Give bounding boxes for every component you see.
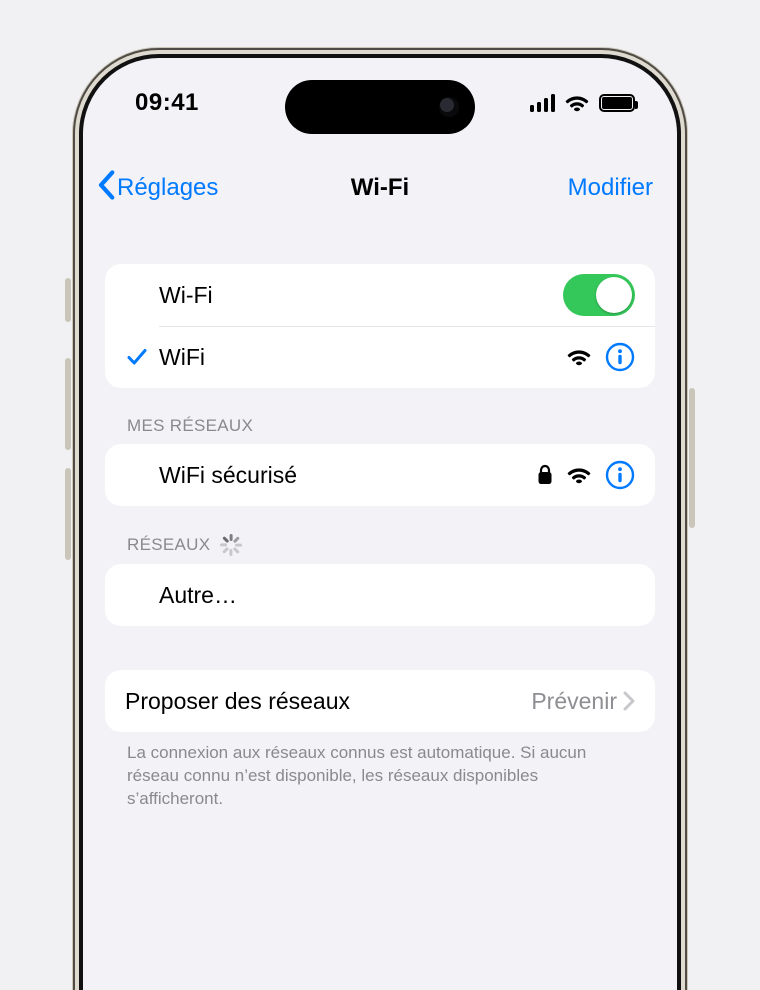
nav-bar: Réglages Wi-Fi Modifier [83, 158, 677, 218]
side-button-volume-up [65, 358, 71, 450]
chevron-left-icon [97, 170, 115, 207]
ask-to-join-group: Proposer des réseaux Prévenir [105, 670, 655, 732]
ask-to-join-value: Prévenir [531, 688, 617, 715]
side-button-power [689, 388, 695, 528]
wifi-toggle-label: Wi-Fi [159, 282, 213, 309]
other-networks-header: RÉSEAUX [127, 534, 655, 556]
ask-to-join-row[interactable]: Proposer des réseaux Prévenir [105, 670, 655, 732]
status-indicators [530, 94, 636, 112]
my-networks-header-text: MES RÉSEAUX [127, 416, 253, 436]
wifi-signal-icon [567, 348, 591, 366]
phone-screen: 09:41 [83, 58, 677, 990]
known-network-name: WiFi sécurisé [159, 462, 297, 489]
cellular-bars-icon [530, 94, 556, 112]
side-button-volume-down [65, 468, 71, 560]
other-network-label: Autre… [159, 582, 237, 609]
known-network-row[interactable]: WiFi sécurisé [105, 444, 655, 506]
connected-network-row[interactable]: WiFi [105, 326, 655, 388]
info-button[interactable] [605, 460, 635, 490]
battery-icon [599, 94, 635, 112]
info-button[interactable] [605, 342, 635, 372]
wifi-status-icon [565, 94, 589, 112]
wifi-signal-icon [567, 466, 591, 484]
settings-content: Wi-Fi WiFi [83, 238, 677, 990]
chevron-right-icon [623, 691, 635, 711]
checkmark-icon [125, 345, 149, 369]
other-networks-group: Autre… [105, 564, 655, 626]
edit-button[interactable]: Modifier [568, 174, 653, 202]
dynamic-island [285, 80, 475, 134]
image-canvas: 09:41 [0, 0, 760, 990]
phone-frame: 09:41 [73, 48, 687, 990]
back-label: Réglages [117, 174, 218, 202]
page-title: Wi-Fi [351, 174, 409, 202]
status-time: 09:41 [135, 89, 199, 117]
lock-icon [537, 464, 553, 486]
wifi-main-group: Wi-Fi WiFi [105, 264, 655, 388]
my-networks-group: WiFi sécurisé [105, 444, 655, 506]
wifi-toggle[interactable] [563, 274, 635, 316]
my-networks-header: MES RÉSEAUX [127, 416, 655, 436]
wifi-toggle-row: Wi-Fi [105, 264, 655, 326]
other-network-row[interactable]: Autre… [105, 564, 655, 626]
ask-to-join-footer: La connexion aux réseaux connus est auto… [127, 742, 633, 811]
back-button[interactable]: Réglages [97, 170, 218, 207]
connected-network-name: WiFi [159, 344, 205, 371]
ask-to-join-label: Proposer des réseaux [125, 688, 350, 715]
side-button-action [65, 278, 71, 322]
spinner-icon [220, 534, 242, 556]
other-networks-header-text: RÉSEAUX [127, 535, 210, 555]
